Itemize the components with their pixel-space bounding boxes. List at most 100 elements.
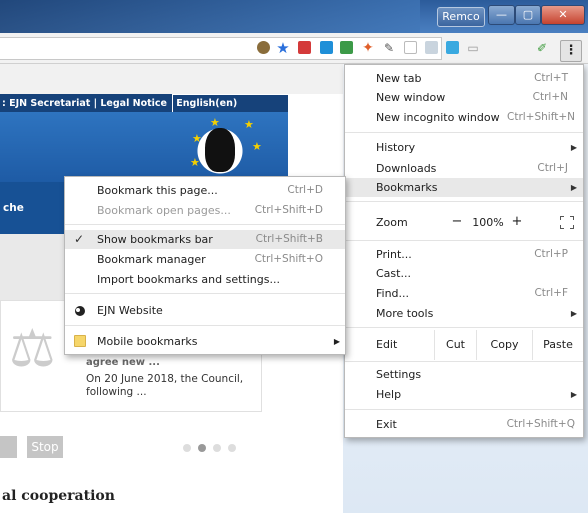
zoom-in-button[interactable]: + <box>508 214 526 229</box>
pen-icon[interactable]: ✐ <box>534 40 550 56</box>
menu-shortcut: Ctrl+N <box>532 91 568 103</box>
menu-separator <box>345 240 583 241</box>
menu-history[interactable]: History ▶ <box>345 138 583 157</box>
bookmark-this-page[interactable]: Bookmark this page... Ctrl+D <box>65 181 345 200</box>
menu-label: History <box>376 141 416 154</box>
menu-cast[interactable]: Cast... <box>345 264 583 283</box>
menu-find[interactable]: Find... Ctrl+F <box>345 284 583 303</box>
screen-icon[interactable] <box>444 40 460 56</box>
slider-stop-button[interactable]: Stop <box>27 436 63 458</box>
menu-settings[interactable]: Settings <box>345 365 583 384</box>
menu-label: Find... <box>376 287 410 300</box>
news-title[interactable]: agree new ... <box>86 357 160 368</box>
banner-nav: : EJN Secretariat | Legal Notice English… <box>0 94 288 112</box>
submenu-arrow-icon: ▶ <box>570 390 577 399</box>
slider-dot[interactable] <box>183 444 191 452</box>
extension-pinwheel-icon[interactable]: ✦ <box>360 40 376 56</box>
eyedropper-icon[interactable]: ✎ <box>381 40 397 56</box>
slider-dots <box>183 442 243 455</box>
folder-icon <box>74 335 86 347</box>
menu-label: Cast... <box>376 267 411 280</box>
star-icon: ★ <box>192 132 202 145</box>
menu-new-incognito-window[interactable]: New incognito window Ctrl+Shift+N <box>345 108 583 127</box>
menu-label: Mobile bookmarks <box>97 335 198 348</box>
menu-label: Downloads <box>376 162 437 175</box>
menu-shortcut: Ctrl+T <box>534 72 568 84</box>
submenu-arrow-icon: ▶ <box>570 309 577 318</box>
extension-beta-icon[interactable] <box>338 40 354 56</box>
menu-downloads[interactable]: Downloads Ctrl+J <box>345 159 583 178</box>
titlebar-gradient <box>0 0 420 33</box>
menu-shortcut: Ctrl+Shift+Q <box>506 418 575 430</box>
portrait-silhouette <box>205 128 235 172</box>
checkmark-icon: ✓ <box>74 232 85 246</box>
menu-label: Zoom <box>376 216 408 229</box>
menu-zoom-row: Zoom − 100% + <box>345 208 583 238</box>
bookmark-open-pages[interactable]: Bookmark open pages... Ctrl+Shift+D <box>65 201 345 220</box>
menu-label: Bookmark open pages... <box>97 204 231 217</box>
copy-button[interactable]: Copy <box>476 330 532 360</box>
tc-icon[interactable] <box>423 40 439 56</box>
extension-icon[interactable] <box>255 40 271 56</box>
menu-exit[interactable]: Exit Ctrl+Shift+Q <box>345 415 583 434</box>
cut-button[interactable]: Cut <box>434 330 476 360</box>
banner-nav-links[interactable]: : EJN Secretariat | Legal Notice <box>2 98 167 109</box>
browser-toolbar: ★ ✦ ✎ ▭ ✐ <box>0 33 588 64</box>
menu-label: Help <box>376 388 402 401</box>
chrome-menu-button[interactable]: ⋮ <box>560 40 582 62</box>
banner-image: ★ ★ ★ ★ ★ <box>0 112 288 186</box>
minimize-button[interactable]: — <box>488 5 515 25</box>
menu-label: Show bookmarks bar <box>97 233 213 246</box>
window-titlebar: Remco — ▢ ✕ <box>0 0 588 33</box>
menu-print[interactable]: Print... Ctrl+P <box>345 245 583 264</box>
slider-dot[interactable] <box>213 444 221 452</box>
blank-page-icon[interactable] <box>402 40 418 56</box>
menu-new-tab[interactable]: New tab Ctrl+T <box>345 69 583 88</box>
menu-help[interactable]: Help ▶ <box>345 385 583 404</box>
menu-label: New tab <box>376 72 422 85</box>
extension-blue-icon[interactable] <box>318 40 334 56</box>
menu-shortcut: Ctrl+D <box>287 184 323 196</box>
extension-red-icon[interactable] <box>296 40 312 56</box>
menu-label: Bookmarks <box>376 181 438 194</box>
mobile-bookmarks-folder[interactable]: Mobile bookmarks ▶ <box>65 332 345 351</box>
close-button[interactable]: ✕ <box>541 5 585 25</box>
fullscreen-icon[interactable] <box>560 216 574 229</box>
import-bookmarks[interactable]: Import bookmarks and settings... <box>65 270 345 289</box>
menu-more-tools[interactable]: More tools ▶ <box>345 304 583 323</box>
chrome-main-menu: New tab Ctrl+T New window Ctrl+N New incog… <box>344 64 584 438</box>
zoom-out-button[interactable]: − <box>448 214 466 229</box>
paste-button[interactable]: Paste <box>532 330 583 360</box>
language-value: English(en) <box>176 98 238 109</box>
section-heading: al cooperation <box>2 488 115 504</box>
submenu-arrow-icon: ▶ <box>570 183 577 192</box>
menu-separator <box>345 201 583 202</box>
scales-of-justice-icon: ⚖ <box>9 319 56 379</box>
bookmark-ejn-website[interactable]: EJN Website <box>65 301 345 320</box>
show-bookmarks-bar[interactable]: ✓ Show bookmarks bar Ctrl+Shift+B <box>65 230 345 249</box>
page-top-strip <box>0 64 343 94</box>
banner-menu-item[interactable]: che <box>3 202 24 214</box>
menu-separator <box>65 293 345 294</box>
menu-shortcut: Ctrl+Shift+O <box>254 253 323 265</box>
zoom-level: 100% <box>472 216 504 229</box>
slider-dot-active[interactable] <box>198 444 206 452</box>
ejn-favicon-icon <box>75 306 85 316</box>
star-icon: ★ <box>244 118 254 131</box>
news-body: On 20 June 2018, the Council, following … <box>86 373 244 398</box>
menu-bookmarks[interactable]: Bookmarks ▶ <box>345 178 583 197</box>
menu-label: New window <box>376 91 446 104</box>
bookmark-manager[interactable]: Bookmark manager Ctrl+Shift+O <box>65 250 345 269</box>
cast-icon[interactable]: ▭ <box>465 40 481 56</box>
slider-prev-button[interactable] <box>0 436 17 458</box>
menu-separator <box>65 224 345 225</box>
menu-separator <box>345 361 583 362</box>
bookmark-star-icon[interactable]: ★ <box>275 40 291 56</box>
menu-new-window[interactable]: New window Ctrl+N <box>345 88 583 107</box>
slider-dot[interactable] <box>228 444 236 452</box>
menu-label: More tools <box>376 307 434 320</box>
profile-button[interactable]: Remco <box>437 7 485 27</box>
language-select[interactable]: English(en) ▼ <box>172 94 288 112</box>
menu-label: Bookmark this page... <box>97 184 218 197</box>
maximize-button[interactable]: ▢ <box>515 5 541 25</box>
